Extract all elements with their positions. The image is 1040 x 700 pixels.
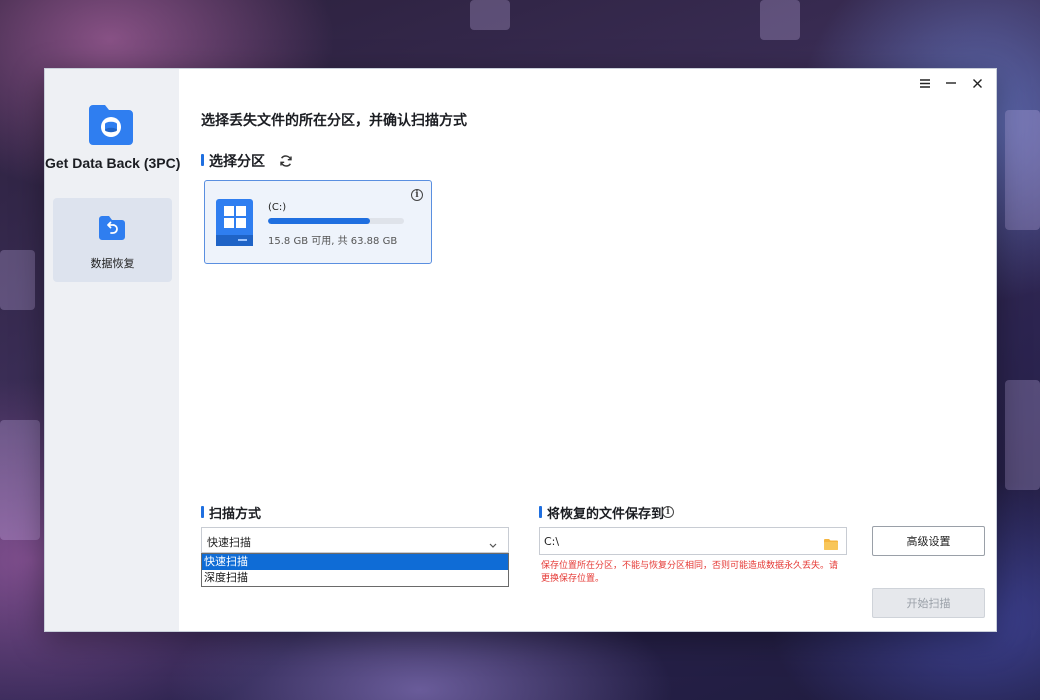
partition-usage-fill — [268, 218, 370, 224]
background-pane — [1005, 110, 1040, 230]
sidebar-item-data-recovery[interactable]: 数据恢复 — [53, 198, 172, 282]
background-pane — [0, 250, 35, 310]
recovery-folder-icon — [97, 214, 127, 242]
save-path-input[interactable]: C:\ — [539, 527, 847, 555]
info-icon[interactable]: i — [411, 189, 423, 201]
scan-mode-selected-value: 快速扫描 — [207, 536, 251, 549]
main-content: 选择丢失文件的所在分区，并确认扫描方式 选择分区 (C:) 15.8 GB 可用… — [179, 69, 996, 631]
background-pane — [1005, 380, 1040, 490]
save-path-value: C:\ — [544, 535, 560, 548]
save-location-warning: 保存位置所在分区，不能与恢复分区相同，否则可能造成数据永久丢失。请更换保存位置。 — [541, 561, 839, 584]
page-title: 选择丢失文件的所在分区，并确认扫描方式 — [201, 113, 467, 129]
partition-card-c[interactable]: (C:) 15.8 GB 可用, 共 63.88 GB i — [204, 180, 432, 264]
app-title: Get Data Back (3PC) — [45, 155, 181, 171]
chevron-down-icon — [488, 535, 498, 548]
sidebar-item-label: 数据恢复 — [90, 257, 135, 270]
partition-size: 15.8 GB 可用, 共 63.88 GB — [268, 236, 398, 247]
partition-usage-bar — [268, 218, 404, 224]
partition-name: (C:) — [268, 202, 287, 213]
advanced-settings-button[interactable]: 高级设置 — [872, 526, 985, 556]
scan-mode-dropdown: 快速扫描 深度扫描 — [201, 553, 509, 587]
scan-mode-select[interactable]: 快速扫描 — [201, 527, 509, 553]
app-window: Get Data Back (3PC) 数据恢复 选择丢失文件的所在分区，并确认… — [44, 68, 997, 632]
save-location-title: 将恢复的文件保存到 — [539, 503, 664, 522]
background-pane — [760, 0, 800, 40]
dropdown-option-deep-scan[interactable]: 深度扫描 — [202, 570, 508, 586]
scan-mode-title: 扫描方式 — [201, 503, 261, 522]
partition-section-title: 选择分区 — [201, 151, 265, 171]
background-pane — [0, 420, 40, 540]
sidebar: Get Data Back (3PC) 数据恢复 — [45, 69, 181, 631]
windows-drive-icon — [216, 199, 253, 246]
start-scan-button[interactable]: 开始扫描 — [872, 588, 985, 618]
save-location-info-icon[interactable]: i — [662, 506, 674, 518]
dropdown-option-quick-scan[interactable]: 快速扫描 — [202, 554, 508, 570]
folder-browse-icon[interactable] — [824, 535, 838, 550]
background-pane — [470, 0, 510, 30]
app-logo-icon — [87, 103, 135, 147]
refresh-icon[interactable] — [279, 153, 293, 167]
